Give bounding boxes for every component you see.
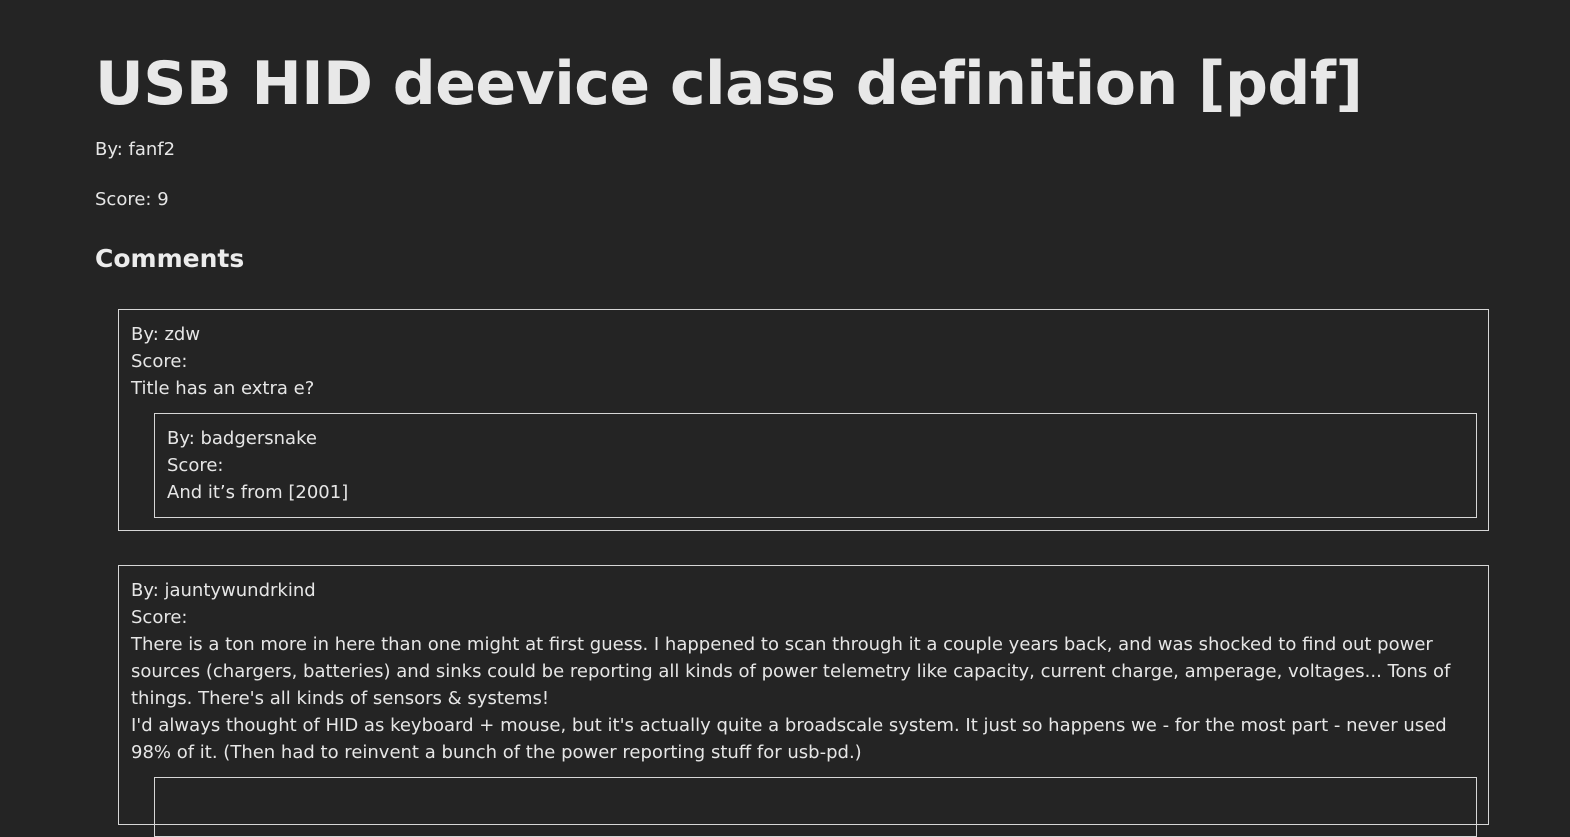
comment-text-paragraph: There is a ton more in here than one mig…: [131, 634, 1451, 709]
post-score: Score: 9: [95, 189, 169, 210]
comment-score: Score:: [131, 351, 188, 372]
post-title: USB HID deevice class definition [pdf]: [95, 49, 1363, 119]
post-author: By: fanf2: [95, 139, 176, 160]
comment-reply: By: badgersnake Score: And it’s from [20…: [154, 413, 1477, 518]
comment-author: By: jauntywundrkind: [131, 580, 316, 601]
post-page: USB HID deevice class definition [pdf] B…: [95, 0, 1495, 837]
comments-heading: Comments: [95, 244, 245, 273]
comment-author: By: badgersnake: [167, 428, 317, 449]
comment-reply: [154, 777, 1477, 837]
comment-score: Score:: [131, 607, 188, 628]
comment: By: jauntywundrkind Score: There is a to…: [118, 565, 1489, 837]
comment-text-paragraph: I'd always thought of HID as keyboard + …: [131, 715, 1447, 763]
comment-text: And it’s from [2001]: [167, 482, 349, 503]
comment-score: Score:: [167, 455, 224, 476]
comment: By: zdw Score: Title has an extra e? By:…: [118, 309, 1489, 531]
comment-author: By: zdw: [131, 324, 201, 345]
comment-text: Title has an extra e?: [131, 378, 315, 399]
